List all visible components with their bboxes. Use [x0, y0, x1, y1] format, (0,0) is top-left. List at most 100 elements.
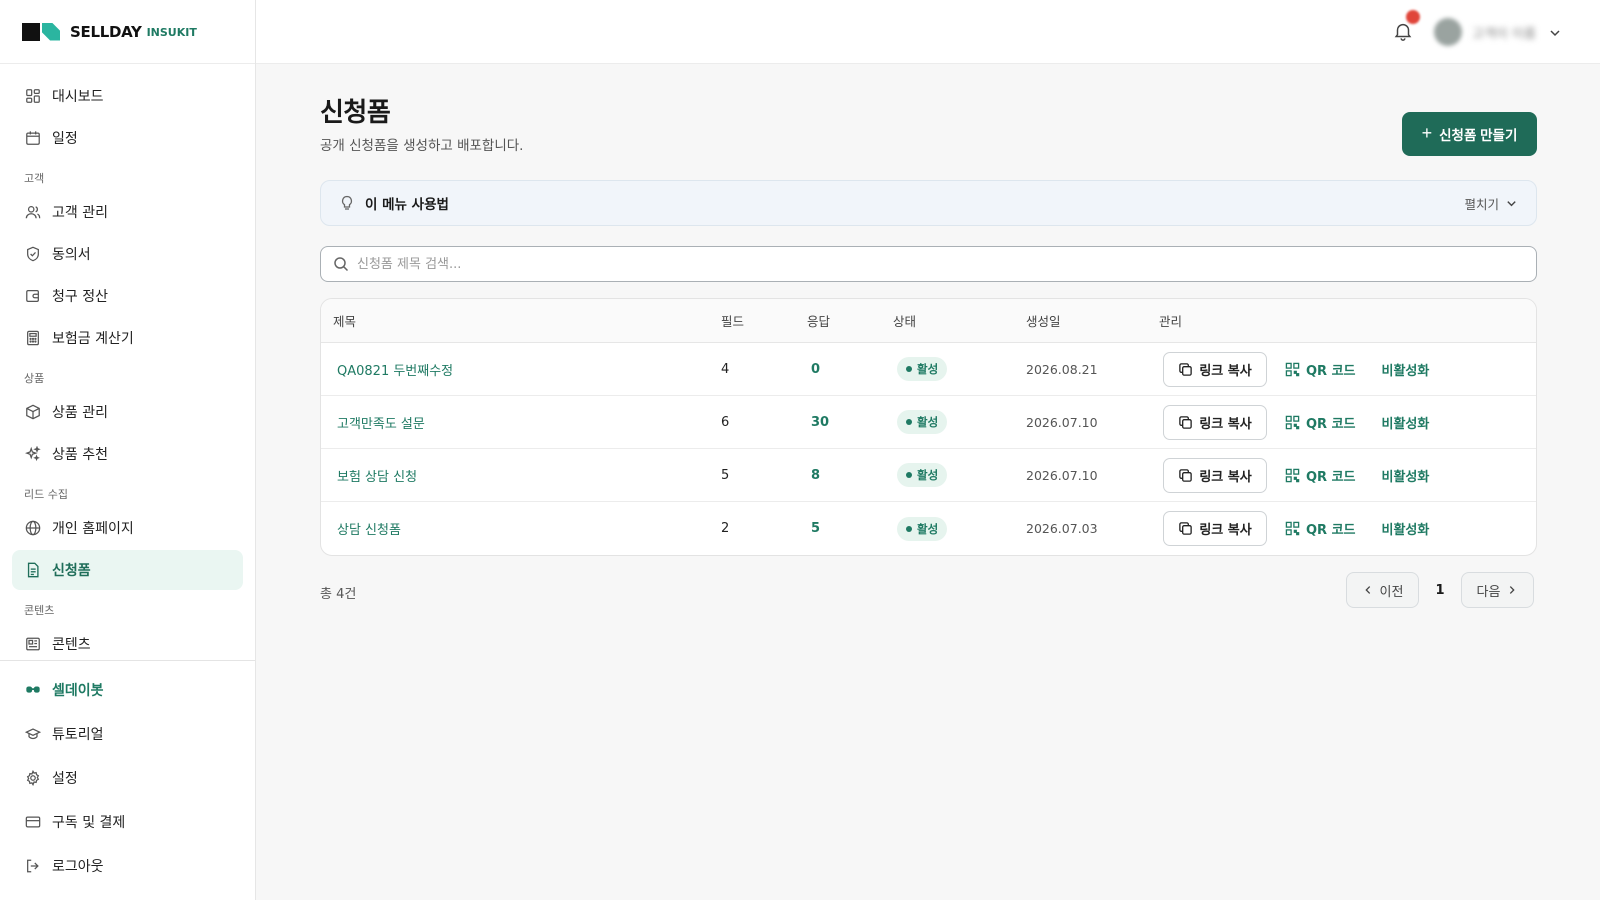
qr-code-label: QR 코드: [1306, 363, 1356, 379]
sidebar-item-tutorial[interactable]: 튜토리얼: [12, 713, 243, 755]
sidebar-item-consent[interactable]: 동의서: [12, 234, 243, 274]
deactivate-button[interactable]: 비활성화: [1382, 360, 1430, 379]
sidebar-item-billing[interactable]: 구독 및 결제: [12, 801, 243, 843]
response-count[interactable]: 5: [807, 521, 893, 536]
column-header-created[interactable]: 생성일: [1026, 311, 1159, 330]
sidebar-item-logout[interactable]: 로그아웃: [12, 845, 243, 887]
created-date: 2026.08.21: [1026, 361, 1098, 377]
copy-link-label: 링크 복사: [1199, 363, 1252, 379]
qr-code-icon: [1285, 362, 1300, 376]
sidebar-item-recommend[interactable]: 상품 추천: [12, 434, 243, 474]
deactivate-button[interactable]: 비활성화: [1382, 413, 1430, 432]
lightbulb-icon: [339, 195, 355, 211]
logo-mark-icon: [22, 22, 60, 41]
sidebar-item-schedule[interactable]: 일정: [12, 118, 243, 158]
prev-label: 이전: [1379, 584, 1404, 600]
sidebar-item-bot[interactable]: 셀데이봇: [12, 669, 243, 711]
top-bar: 고객이 이름: [256, 0, 1600, 64]
sparkle-icon: [24, 445, 42, 463]
brand-logo[interactable]: SELLDAY INSUKIT: [0, 0, 255, 64]
qr-code-label: QR 코드: [1306, 416, 1356, 432]
current-page[interactable]: 1: [1419, 583, 1461, 598]
logout-icon: [24, 857, 42, 875]
howto-expand-button[interactable]: 펼치기: [1464, 194, 1518, 213]
create-form-button[interactable]: + 신청폼 만들기: [1402, 112, 1537, 156]
copy-icon: [1179, 468, 1193, 482]
copy-link-button[interactable]: 링크 복사: [1163, 351, 1267, 387]
sidebar-item-label: 대시보드: [52, 89, 104, 105]
chevron-down-icon: [1548, 25, 1562, 39]
copy-link-button[interactable]: 링크 복사: [1163, 404, 1267, 440]
qr-code-button[interactable]: QR 코드: [1285, 360, 1356, 379]
notification-badge: [1406, 10, 1420, 24]
gear-icon: [24, 769, 42, 787]
sidebar-item-claims[interactable]: 청구 정산: [12, 276, 243, 316]
sidebar-item-content[interactable]: 콘텐츠: [12, 624, 243, 660]
column-header-status[interactable]: 상태: [893, 311, 1026, 330]
brand-name: SELLDAY: [70, 22, 142, 41]
copy-link-button[interactable]: 링크 복사: [1163, 457, 1267, 493]
sidebar-item-label: 개인 홈페이지: [52, 521, 134, 537]
shield-icon: [24, 245, 42, 263]
total-count: 총 4건: [320, 587, 357, 602]
column-header-title[interactable]: 제목: [321, 311, 721, 330]
sidebar-item-label: 신청폼: [52, 563, 91, 579]
page-title: 신청폼: [320, 98, 391, 128]
graduation-cap-icon: [24, 725, 42, 743]
form-title-link[interactable]: 보험 상담 신청: [337, 470, 417, 485]
response-count[interactable]: 8: [807, 468, 893, 483]
field-count: 6: [721, 414, 730, 430]
form-icon: [24, 561, 42, 579]
sidebar-item-label: 고객 관리: [52, 205, 108, 221]
prev-page-button[interactable]: 이전: [1346, 572, 1419, 608]
sidebar-item-calculator[interactable]: 보험금 계산기: [12, 318, 243, 358]
next-page-button[interactable]: 다음: [1461, 572, 1534, 608]
sidebar-item-label: 청구 정산: [52, 289, 108, 305]
status-label: 활성: [917, 415, 939, 429]
table-header: 제목 필드 응답 상태 생성일 관리: [321, 299, 1536, 343]
form-title-link[interactable]: QA0821 두번째수정: [337, 364, 453, 379]
deactivate-button[interactable]: 비활성화: [1382, 519, 1430, 538]
response-count[interactable]: 0: [807, 362, 893, 377]
search-input[interactable]: [357, 256, 1524, 272]
qr-code-label: QR 코드: [1306, 469, 1356, 485]
field-count: 4: [721, 361, 730, 377]
qr-code-button[interactable]: QR 코드: [1285, 519, 1356, 538]
form-title-link[interactable]: 상담 신청폼: [337, 523, 401, 538]
avatar: [1434, 18, 1462, 46]
status-badge: 활성: [897, 516, 948, 541]
wallet-icon: [24, 287, 42, 305]
qr-code-label: QR 코드: [1306, 523, 1356, 538]
copy-link-button[interactable]: 링크 복사: [1163, 511, 1267, 546]
qr-code-button[interactable]: QR 코드: [1285, 413, 1356, 432]
column-header-fields[interactable]: 필드: [721, 311, 807, 330]
sidebar-item-forms[interactable]: 신청폼: [12, 550, 243, 590]
user-menu[interactable]: 고객이 이름: [1434, 18, 1562, 46]
sidebar-item-homepage[interactable]: 개인 홈페이지: [12, 508, 243, 548]
globe-icon: [24, 519, 42, 537]
search-box: [320, 246, 1537, 282]
status-badge: 활성: [897, 357, 948, 381]
plus-icon: +: [1421, 123, 1433, 143]
sidebar-nav: 대시보드 일정 고객 고객 관리 동의서 청구 정산 보험금 계산기 상품 상품…: [0, 64, 255, 660]
sidebar-item-dashboard[interactable]: 대시보드: [12, 76, 243, 116]
sidebar-item-products[interactable]: 상품 관리: [12, 392, 243, 432]
qr-code-icon: [1285, 468, 1300, 482]
sidebar-item-label: 구독 및 결제: [52, 815, 126, 831]
form-title-link[interactable]: 고객만족도 설문: [337, 417, 425, 432]
deactivate-button[interactable]: 비활성화: [1382, 466, 1430, 485]
main-content: 신청폼 공개 신청폼을 생성하고 배포합니다. + 신청폼 만들기 이 메뉴 사…: [256, 64, 1600, 900]
nav-section-customer: 고객: [24, 172, 45, 185]
column-header-responses[interactable]: 응답: [807, 311, 893, 330]
sidebar-item-label: 상품 관리: [52, 405, 108, 421]
sidebar: SELLDAY INSUKIT 대시보드 일정 고객 고객 관리 동의서 청구 …: [0, 0, 256, 900]
nav-section-content: 콘텐츠: [24, 604, 55, 617]
sidebar-item-customers[interactable]: 고객 관리: [12, 192, 243, 232]
nav-section-lead: 리드 수집: [24, 488, 68, 501]
qr-code-button[interactable]: QR 코드: [1285, 466, 1356, 485]
table-row: 보험 상담 신청 5 8 활성 2026.07.10 링크 복사 QR 코드 비…: [321, 449, 1536, 502]
copy-icon: [1179, 362, 1193, 376]
response-count[interactable]: 30: [807, 415, 893, 430]
sidebar-item-settings[interactable]: 설정: [12, 757, 243, 799]
status-label: 활성: [917, 521, 939, 536]
